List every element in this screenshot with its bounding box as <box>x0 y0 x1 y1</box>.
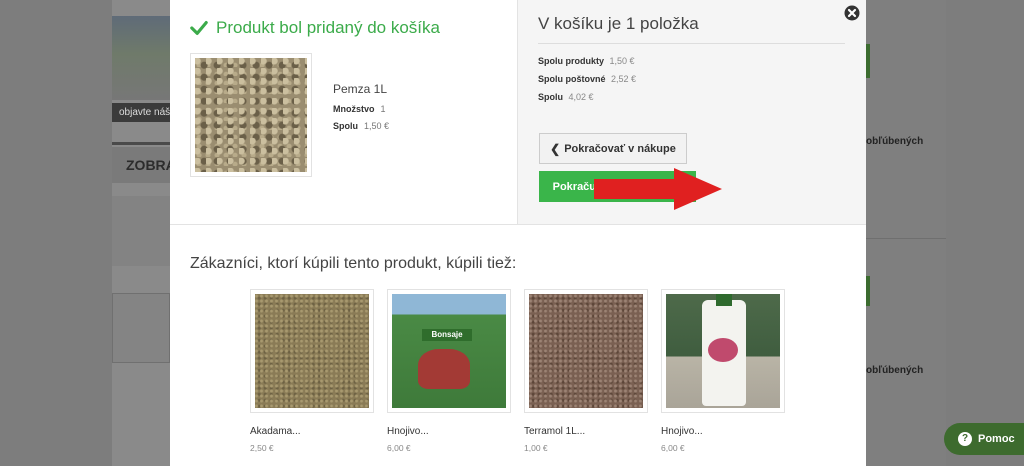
product-name: Pemza 1L <box>333 82 388 96</box>
checkmark-icon <box>190 21 208 35</box>
summary-total-row: Spolu 4,02 € <box>538 92 594 102</box>
product-total-label: Spolu <box>333 121 358 131</box>
added-product-panel: Produkt bol pridaný do košíka Pemza 1L M… <box>170 0 517 224</box>
recommended-product-card[interactable]: Terramol 1L... 1,00 € <box>524 289 648 453</box>
recommended-product-price: 6,00 € <box>387 443 411 453</box>
background-divider <box>112 142 170 145</box>
continue-shopping-label: Pokračovať v nákupe <box>564 142 676 155</box>
summary-total-label: Spolu <box>538 92 563 102</box>
background-right-divider <box>866 238 946 239</box>
added-confirmation: Produkt bol pridaný do košíka <box>190 18 440 38</box>
recommended-product-price: 6,00 € <box>661 443 685 453</box>
quantity-label: Množstvo <box>333 104 375 114</box>
modal-top-section: Produkt bol pridaný do košíka Pemza 1L M… <box>170 0 866 225</box>
quantity-value: 1 <box>380 104 386 114</box>
summary-shipping-row: Spolu poštovné 2,52 € <box>538 74 636 84</box>
background-scissors-image <box>112 196 170 266</box>
question-mark-icon: ? <box>958 432 972 446</box>
recommended-product-image[interactable] <box>524 289 648 413</box>
product-image <box>190 53 312 177</box>
product-quantity-row: Množstvo 1 <box>333 104 386 114</box>
recommended-product-name[interactable]: Terramol 1L... <box>524 426 648 437</box>
recommended-product-name[interactable]: Hnojivo... <box>661 426 785 437</box>
close-icon[interactable] <box>844 5 860 21</box>
also-bought-title: Zákazníci, ktorí kúpili tento produkt, k… <box>190 255 517 272</box>
recommended-product-price: 1,00 € <box>524 443 548 453</box>
fertilizer-box-label: Bonsaje <box>422 329 472 341</box>
summary-shipping-value: 2,52 € <box>611 74 637 84</box>
help-button[interactable]: ? Pomoc <box>944 423 1024 455</box>
background-green-button-edge <box>866 44 870 78</box>
background-right-column <box>866 0 946 466</box>
background-banner-image <box>112 16 170 100</box>
summary-products-label: Spolu produkty <box>538 56 604 66</box>
recommended-product-name[interactable]: Hnojivo... <box>387 426 511 437</box>
recommended-product-card[interactable]: Hnojivo... 6,00 € <box>661 289 785 453</box>
added-title: Produkt bol pridaný do košíka <box>216 18 440 37</box>
background-watering-can-image <box>112 293 170 363</box>
recommended-product-image[interactable] <box>661 289 785 413</box>
recommended-product-image[interactable]: Bonsaje <box>387 289 511 413</box>
recommended-product-image[interactable] <box>250 289 374 413</box>
summary-shipping-label: Spolu poštovné <box>538 74 606 84</box>
summary-products-row: Spolu produkty 1,50 € <box>538 56 635 66</box>
summary-total-value: 4,02 € <box>568 92 594 102</box>
help-label: Pomoc <box>978 433 1015 445</box>
summary-products-value: 1,50 € <box>609 56 635 66</box>
cart-title: V košíku je 1 položka <box>538 14 699 33</box>
chevron-left-icon: ❮ <box>550 141 561 156</box>
added-to-cart-modal: Produkt bol pridaný do košíka Pemza 1L M… <box>170 0 866 466</box>
background-green-button-edge <box>866 276 870 306</box>
cart-divider <box>538 43 845 44</box>
continue-shopping-button[interactable]: ❮ Pokračovať v nákupe <box>539 133 687 164</box>
product-total-value: 1,50 € <box>364 121 390 131</box>
background-right-text: obľúbených <box>866 136 924 147</box>
recommended-product-card[interactable]: Akadama... 2,50 € <box>250 289 374 453</box>
recommended-product-name[interactable]: Akadama... <box>250 426 374 437</box>
background-banner-caption: objavte náš <box>112 103 170 122</box>
background-right-text: obľúbených <box>866 365 924 376</box>
recommended-product-price: 2,50 € <box>250 443 274 453</box>
red-arrow-annotation <box>594 168 722 210</box>
background-zobraz-heading: ZOBRAZ <box>112 147 170 183</box>
recommended-product-card[interactable]: Bonsaje Hnojivo... 6,00 € <box>387 289 511 453</box>
product-total-row: Spolu 1,50 € <box>333 121 389 131</box>
